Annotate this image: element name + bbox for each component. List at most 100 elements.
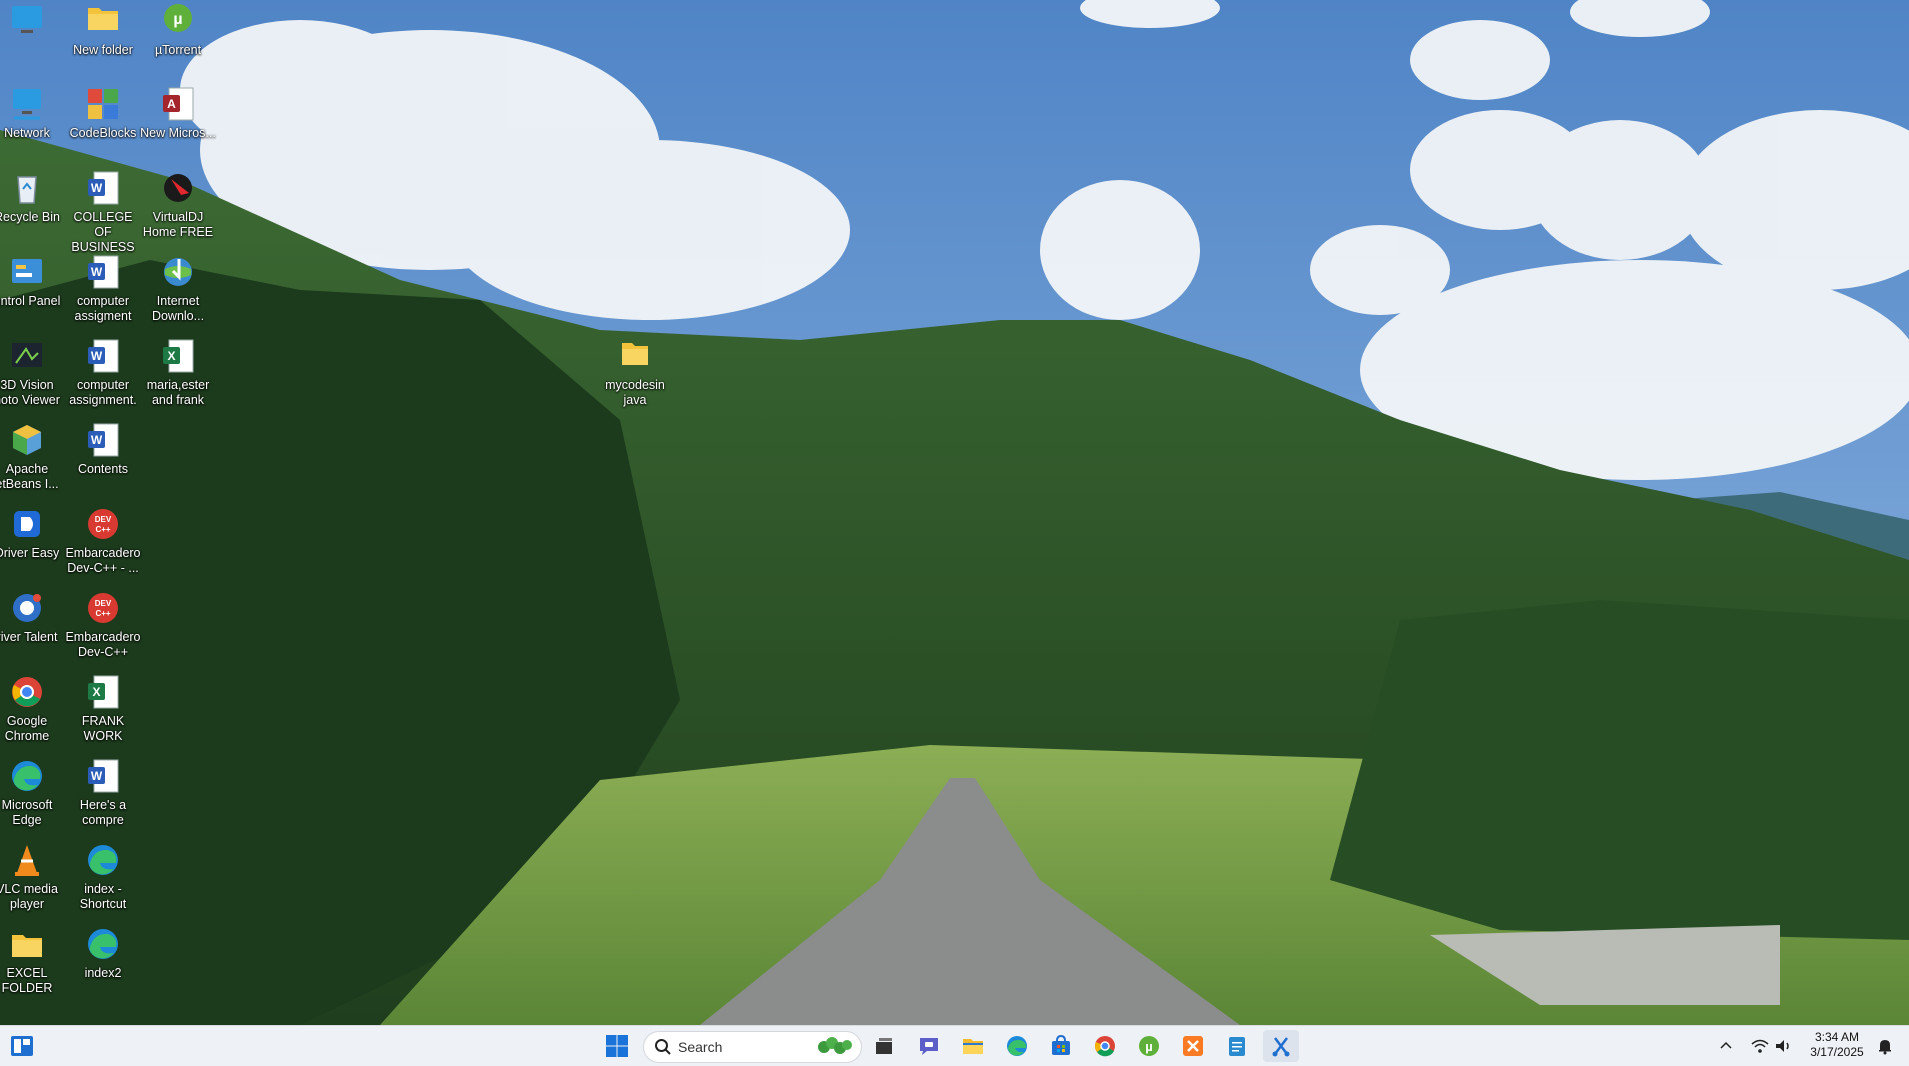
edge-taskbar-button[interactable]: [999, 1030, 1035, 1062]
start-button[interactable]: [599, 1030, 635, 1062]
word-doc-icon: W: [88, 171, 119, 205]
network-status-button[interactable]: [1750, 1026, 1770, 1066]
clock[interactable]: 3:34 AM 3/17/2025: [1800, 1030, 1874, 1060]
svg-text:µ: µ: [1145, 1039, 1153, 1054]
notepad-icon: [1229, 1037, 1245, 1056]
show-hidden-icons-button[interactable]: [1718, 1026, 1734, 1066]
task-view-button[interactable]: [866, 1030, 902, 1062]
teams-chat-icon: [920, 1038, 938, 1055]
frank-work-xls[interactable]: X FRANK WORK: [65, 671, 141, 744]
vlc-shortcut[interactable]: VLC media player: [0, 839, 65, 912]
word-doc-icon: W: [88, 759, 119, 793]
virtualdj-icon: [164, 174, 192, 202]
idm-globe-icon: [164, 258, 192, 286]
icon-label: index2: [84, 966, 122, 980]
edge-icon: [88, 929, 118, 959]
google-chrome-shortcut[interactable]: Google Chrome: [0, 671, 65, 744]
icon-label: VLC media player: [0, 882, 58, 911]
codeblocks-icon: [88, 89, 118, 119]
icon-label: Embarcadero Dev-C++ - ...: [65, 546, 141, 575]
icon-label: Embarcadero Dev-C++: [65, 630, 141, 659]
codeblocks-shortcut[interactable]: CodeBlocks: [65, 83, 141, 141]
chrome-taskbar-button[interactable]: [1087, 1030, 1123, 1062]
desktop-wallpaper: [0, 0, 1909, 1025]
utorrent-icon: µ: [164, 4, 192, 32]
utorrent-shortcut[interactable]: µ µTorrent: [140, 0, 216, 58]
notifications-button[interactable]: [1876, 1026, 1894, 1066]
driver-easy-shortcut[interactable]: Driver Easy: [0, 503, 65, 561]
index-shortcut[interactable]: index - Shortcut: [65, 839, 141, 912]
volume-button[interactable]: [1774, 1026, 1794, 1066]
new-microsoft-shortcut[interactable]: A New Micros...: [140, 83, 216, 141]
internet-download-manager-shortcut[interactable]: Internet Downlo...: [140, 251, 216, 324]
icon-label: VirtualDJ Home FREE: [142, 210, 214, 239]
microsoft-edge-shortcut[interactable]: Microsoft Edge: [0, 755, 65, 828]
clock-date: 3/17/2025: [1810, 1045, 1864, 1059]
icon-label: index - Shortcut: [79, 882, 127, 911]
edge-icon: [1007, 1036, 1027, 1056]
devcpp-icon: DEVC++: [88, 593, 118, 623]
excel-doc-icon: X: [88, 675, 119, 709]
folder-icon: [622, 343, 648, 365]
virtualdj-shortcut[interactable]: VirtualDJ Home FREE: [140, 167, 216, 240]
recycle-bin-icon: [17, 176, 37, 204]
task-view-icon: [876, 1038, 892, 1054]
driver-talent-shortcut[interactable]: river Talent: [0, 587, 65, 645]
search-box[interactable]: Search: [643, 1031, 862, 1063]
icon-label: river Talent: [0, 630, 58, 644]
svg-text:C++: C++: [95, 525, 110, 534]
widgets-icon: [11, 1036, 33, 1056]
notepad-button[interactable]: [1219, 1030, 1255, 1062]
search-placeholder: Search: [678, 1039, 723, 1055]
store-button[interactable]: [1043, 1030, 1079, 1062]
icon-label: FRANK WORK: [81, 714, 125, 743]
chrome-icon: [1095, 1036, 1115, 1057]
icon-label: computer assigment: [74, 294, 132, 323]
windows-logo-icon: [606, 1035, 628, 1057]
access-doc-icon: A: [163, 87, 194, 121]
svg-text:DEV: DEV: [95, 515, 112, 524]
svg-text:W: W: [91, 181, 103, 195]
maria-ester-xls[interactable]: X maria,ester and frank: [140, 335, 216, 408]
svg-text:W: W: [91, 433, 103, 447]
embarcadero-devcpp2-shortcut[interactable]: DEV C++ Embarcadero Dev-C++: [65, 587, 141, 660]
netbeans-shortcut[interactable]: Apache etBeans I...: [0, 419, 65, 492]
control-panel-shortcut[interactable]: ontrol Panel: [0, 251, 65, 309]
index2-shortcut[interactable]: index2: [65, 923, 141, 981]
chrome-icon: [12, 677, 42, 707]
file-explorer-button[interactable]: [955, 1030, 991, 1062]
utorrent-taskbar-button[interactable]: µ: [1131, 1030, 1167, 1062]
icon-label: Microsoft Edge: [1, 798, 53, 827]
icon-label: Contents: [77, 462, 129, 476]
mycodesinjava-folder[interactable]: mycodesin java: [597, 335, 673, 408]
icon-label: Apache etBeans I...: [0, 462, 59, 491]
folder-icon: [88, 8, 118, 30]
contents-doc[interactable]: W Contents: [65, 419, 141, 477]
widgets-button[interactable]: [4, 1030, 40, 1062]
shamrock-highlight-icon: [818, 1037, 852, 1054]
embarcadero-devcpp-shortcut[interactable]: DEV C++ Embarcadero Dev-C++ - ...: [65, 503, 141, 576]
new-folder-shortcut[interactable]: New folder: [65, 0, 141, 58]
this-pc-shortcut[interactable]: [0, 0, 65, 43]
notification-bell-icon: [1879, 1040, 1891, 1055]
teams-button[interactable]: [911, 1030, 947, 1062]
icon-label: computer assignment.: [69, 378, 137, 407]
heres-a-compre-doc[interactable]: W Here's a compre: [65, 755, 141, 828]
3d-vision-shortcut[interactable]: 3D Vision hoto Viewer: [0, 335, 65, 408]
svg-text:X: X: [92, 685, 100, 699]
svg-text:C++: C++: [95, 609, 110, 618]
svg-text:µ: µ: [173, 11, 182, 28]
clock-time: 3:34 AM: [1814, 1030, 1860, 1044]
recycle-bin-shortcut[interactable]: Recycle Bin: [0, 167, 65, 225]
vlc-cone-icon: [15, 845, 39, 876]
computer-assignment-doc[interactable]: W computer assignment.: [65, 335, 141, 408]
xampp-button[interactable]: [1175, 1030, 1211, 1062]
computer-assigment-doc[interactable]: W computer assigment: [65, 251, 141, 324]
photo-viewer-icon: [12, 343, 42, 367]
devcpp-icon: DEVC++: [88, 509, 118, 539]
icon-label: Internet Downlo...: [151, 294, 205, 323]
network-shortcut[interactable]: Network: [0, 83, 65, 141]
snipping-tool-button[interactable]: [1263, 1030, 1299, 1062]
icon-label: Network: [4, 126, 50, 140]
excel-folder-shortcut[interactable]: EXCEL FOLDER: [0, 923, 65, 996]
